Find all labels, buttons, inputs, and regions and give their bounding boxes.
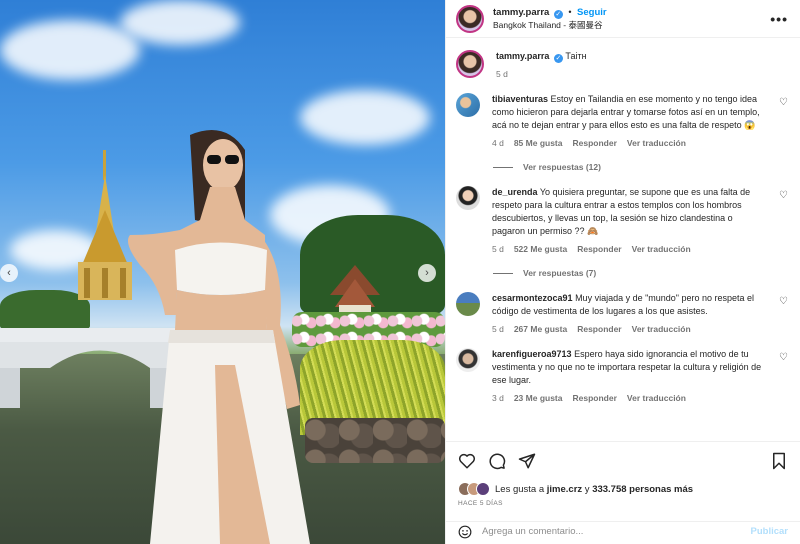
comment-body: karenfigueroa9713 Espero haya sido ignor… — [492, 348, 790, 403]
comment-likes[interactable]: 85 Me gusta — [514, 138, 563, 148]
comment-likes[interactable]: 267 Me gusta — [514, 324, 567, 334]
likes-text: Les gusta a jime.crz y 333.758 personas … — [495, 484, 693, 495]
comment-time: 4 d — [492, 138, 504, 148]
instagram-post-modal: ‹ › tammy.parra ✓ • Seguir Bangkok Thail… — [0, 0, 800, 544]
reply-button[interactable]: Responder — [577, 324, 621, 334]
cloud — [120, 0, 240, 45]
verified-badge-icon: ✓ — [553, 54, 563, 63]
separator: • — [568, 7, 572, 17]
avatar[interactable] — [456, 186, 480, 210]
comment-input[interactable] — [482, 526, 751, 537]
comment-text: tibiaventuras Estoy en Tailandia en ese … — [492, 93, 768, 132]
publish-button[interactable]: Publicar — [751, 526, 789, 537]
bookmark-icon[interactable] — [770, 452, 788, 470]
woman-figure — [127, 130, 310, 544]
comment-meta: 3 d 23 Me gusta Responder Ver traducción — [492, 393, 768, 403]
comment-text: de_urenda Yo quisiera preguntar, se supo… — [492, 186, 768, 238]
comment-body: tibiaventuras Estoy en Tailandia en ese … — [492, 93, 790, 148]
like-comment-heart-icon[interactable]: ♡ — [779, 97, 788, 108]
comment-body: de_urenda Yo quisiera preguntar, se supo… — [492, 186, 790, 254]
reply-button[interactable]: Responder — [572, 393, 616, 403]
caption-text: tammy.parra ✓ Таітн — [496, 50, 768, 63]
avatar[interactable] — [456, 292, 480, 316]
comment-time: 5 d — [492, 244, 504, 254]
comment: tibiaventuras Estoy en Tailandia en ese … — [456, 93, 790, 148]
like-heart-icon[interactable] — [458, 452, 476, 470]
comment-likes[interactable]: 522 Me gusta — [514, 244, 567, 254]
comment-text: karenfigueroa9713 Espero haya sido ignor… — [492, 348, 768, 387]
post-actions: Les gusta a jime.crz y 333.758 personas … — [446, 441, 800, 541]
comment-icon[interactable] — [488, 452, 506, 470]
comment-meta: 5 d 267 Me gusta Responder Ver traducció… — [492, 324, 768, 334]
caption-username[interactable]: tammy.parra — [496, 51, 549, 61]
comment-time: 3 d — [492, 393, 504, 403]
comment-body: cesarmontezoca91 Muy viajada y de "mundo… — [492, 292, 790, 334]
avatar[interactable] — [456, 348, 480, 372]
share-icon[interactable] — [518, 452, 536, 470]
like-comment-heart-icon[interactable]: ♡ — [779, 352, 788, 363]
previous-photo-button[interactable]: ‹ — [0, 264, 18, 282]
add-comment-bar: Publicar — [446, 521, 800, 541]
post-header: tammy.parra ✓ • Seguir Bangkok Thailand … — [446, 0, 800, 38]
translate-button[interactable]: Ver traducción — [632, 244, 691, 254]
likes-user[interactable]: jime.crz — [547, 484, 582, 495]
translate-button[interactable]: Ver traducción — [627, 393, 686, 403]
view-replies-button[interactable]: Ver respuestas (7) — [493, 268, 790, 278]
like-comment-heart-icon[interactable]: ♡ — [779, 296, 788, 307]
comment: karenfigueroa9713 Espero haya sido ignor… — [456, 348, 790, 403]
avatar[interactable] — [456, 50, 484, 78]
action-icons — [446, 442, 800, 470]
verified-badge-icon: ✓ — [553, 10, 563, 19]
caption-meta: 5 d — [496, 69, 768, 79]
avatar[interactable] — [456, 93, 480, 117]
translate-button[interactable]: Ver traducción — [632, 324, 691, 334]
replies-divider — [493, 272, 513, 274]
location-link[interactable]: Bangkok Thailand - 泰國曼谷 — [493, 19, 770, 31]
comment-username[interactable]: de_urenda — [492, 187, 538, 197]
likes-prefix: Les gusta a — [495, 483, 545, 495]
liker-avatar[interactable] — [476, 482, 490, 496]
caption-content: Таітн — [565, 51, 587, 61]
comment: de_urenda Yo quisiera preguntar, se supo… — [456, 186, 790, 254]
emoji-icon[interactable] — [458, 525, 472, 539]
caption-body: tammy.parra ✓ Таітн 5 d — [496, 50, 790, 79]
chevron-right-icon: › — [425, 267, 429, 279]
comment-username[interactable]: karenfigueroa9713 — [492, 349, 572, 359]
header-text: tammy.parra ✓ • Seguir Bangkok Thailand … — [493, 6, 770, 31]
comment: cesarmontezoca91 Muy viajada y de "mundo… — [456, 292, 790, 334]
author-username[interactable]: tammy.parra — [493, 7, 549, 18]
comment-time: 5 d — [492, 324, 504, 334]
reply-button[interactable]: Responder — [577, 244, 621, 254]
comment-meta: 5 d 522 Me gusta Responder Ver traducció… — [492, 244, 768, 254]
likes-count[interactable]: 333.758 personas más — [592, 484, 693, 495]
comments-list[interactable]: tammy.parra ✓ Таітн 5 d tibiaventuras Es… — [446, 38, 800, 441]
more-options-icon[interactable]: ••• — [770, 11, 788, 27]
next-photo-button[interactable]: › — [418, 264, 436, 282]
comment-username[interactable]: cesarmontezoca91 — [492, 293, 573, 303]
follow-button[interactable]: Seguir — [577, 7, 607, 18]
view-replies-button[interactable]: Ver respuestas (12) — [493, 162, 790, 172]
post-photo[interactable]: ‹ › — [0, 0, 445, 544]
comment-likes[interactable]: 23 Me gusta — [514, 393, 563, 403]
view-replies-label: Ver respuestas (12) — [523, 162, 601, 172]
reply-button[interactable]: Responder — [572, 138, 616, 148]
cloud — [0, 20, 140, 80]
avatar[interactable] — [456, 4, 484, 33]
replies-divider — [493, 166, 513, 168]
view-replies-label: Ver respuestas (7) — [523, 268, 597, 278]
comment-meta: 4 d 85 Me gusta Responder Ver traducción — [492, 138, 768, 148]
translate-button[interactable]: Ver traducción — [627, 138, 686, 148]
comment-text: cesarmontezoca91 Muy viajada y de "mundo… — [492, 292, 768, 318]
like-comment-heart-icon[interactable]: ♡ — [779, 190, 788, 201]
likes-summary: Les gusta a jime.crz y 333.758 personas … — [446, 470, 800, 496]
comment-username[interactable]: tibiaventuras — [492, 94, 548, 104]
chevron-left-icon: ‹ — [7, 267, 11, 279]
posted-time: HACE 5 DÍAS — [458, 500, 503, 507]
likes-middle: y — [584, 483, 590, 495]
caption: tammy.parra ✓ Таітн 5 d — [456, 50, 790, 79]
caption-time: 5 d — [496, 69, 508, 79]
post-side-panel: tammy.parra ✓ • Seguir Bangkok Thailand … — [445, 0, 800, 544]
